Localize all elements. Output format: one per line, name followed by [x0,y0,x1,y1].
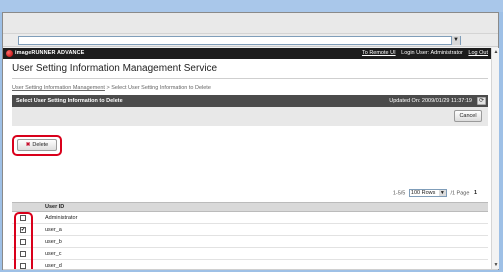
delete-label: Delete [32,142,49,148]
chevron-down-icon: ▼ [438,190,446,196]
table-row: Administrator [12,212,488,224]
page-title: User Setting Information Management Serv… [12,63,218,74]
rows-per-page-value: 100 Rows [410,190,436,196]
section-title: Select User Setting Information to Delet… [16,98,123,104]
breadcrumb: User Setting Information Management > Se… [12,85,211,91]
action-bar: Cancel [12,107,488,126]
status-bar [3,269,498,270]
section-header: Select User Setting Information to Delet… [12,95,488,107]
pager-top: 1-5/5 100 Rows ▼ /1 Page 1 [393,189,477,197]
browser-toolbar [3,13,498,33]
column-header-user-id: User ID [45,204,65,210]
vertical-scrollbar[interactable]: ▲ ▼ [491,48,499,269]
browser-window: ▼ imageRUNNER ADVANCE To Remote UI Login… [2,12,499,270]
pager-range: 1-5/5 [392,190,406,197]
address-row: ▼ [3,33,498,47]
table-header: User ID [12,202,488,212]
user-id-cell: user_b [45,239,62,245]
user-id-cell: Administrator [45,215,78,221]
page-count: /1 Page [450,190,470,197]
user-id-cell: user_a [45,227,62,233]
refresh-icon[interactable]: ⟳ [477,97,486,105]
user-id-cell: user_c [45,251,62,257]
login-user-label: Login User: Administrator [401,50,463,56]
breadcrumb-current: Select User Setting Information to Delet… [111,85,211,91]
top-strip [0,0,503,12]
header-links: To Remote UI Login User: Administrator L… [358,49,488,58]
table-row: user_b [12,236,488,248]
logout-link[interactable]: Log Out [468,50,488,56]
to-remote-ui-link[interactable]: To Remote UI [362,50,396,56]
delete-button[interactable]: ✖ Delete [17,139,57,151]
page-content: imageRUNNER ADVANCE To Remote UI Login U… [3,48,491,269]
brand-name: imageRUNNER ADVANCE [15,50,85,56]
address-bar[interactable]: ▼ [18,36,461,45]
user-id-cell: user_d [45,263,62,269]
rows-per-page-select[interactable]: 100 Rows ▼ [408,189,447,197]
cancel-button[interactable]: Cancel [454,110,482,122]
brand-bar: imageRUNNER ADVANCE To Remote UI Login U… [3,48,491,59]
chevron-down-icon[interactable]: ▼ [451,36,460,45]
scroll-down-icon[interactable]: ▼ [493,262,499,268]
page-number-link[interactable]: 1 [474,190,477,196]
breadcrumb-parent-link[interactable]: User Setting Information Management [12,85,105,91]
x-icon: ✖ [25,142,31,148]
updated-timestamp: Updated On: 2009/01/29 11:37:19 [389,98,472,104]
title-divider [12,78,488,79]
table-row: user_c [12,248,488,260]
table-row: user_d [12,260,488,269]
canon-logo-icon [6,50,13,57]
table-row: ✔ user_a [12,224,488,236]
checkbox-highlight [14,212,33,269]
scroll-up-icon[interactable]: ▲ [493,49,499,55]
